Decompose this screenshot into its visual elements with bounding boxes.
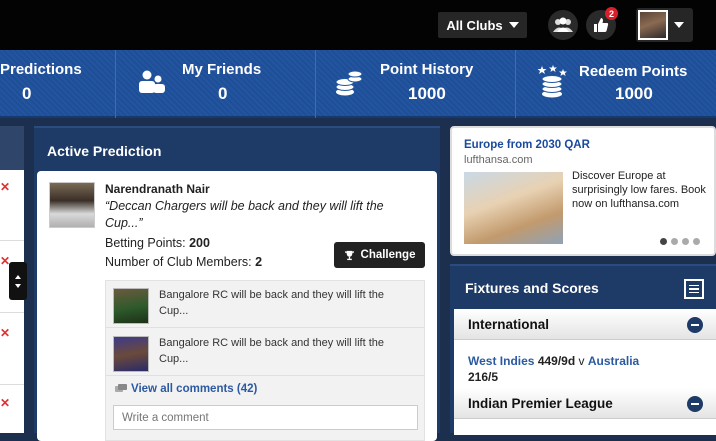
stat-label: Predictions (0, 61, 82, 78)
view-all-comments-label: View all comments (42) (131, 383, 258, 395)
fixture-group-international[interactable]: International (454, 309, 716, 340)
carousel-dot[interactable] (671, 238, 678, 245)
coins-stack-icon (335, 70, 363, 96)
all-clubs-label: All Clubs (446, 17, 503, 33)
chevron-down-icon (508, 22, 519, 28)
team-name[interactable]: Australia (588, 354, 639, 368)
scroll-control[interactable] (9, 262, 27, 300)
club-members-label: Number of Club Members: (105, 255, 256, 269)
arrow-down-icon (15, 283, 21, 288)
fixtures-panel: Fixtures and Scores International West I… (450, 264, 716, 435)
comment-input[interactable] (113, 405, 418, 430)
collapse-icon[interactable] (687, 317, 703, 333)
betting-points-value: 200 (189, 236, 210, 250)
all-clubs-dropdown[interactable]: All Clubs (438, 12, 527, 38)
list-item (0, 312, 24, 313)
prediction-card: Narendranath Nair “Deccan Chargers will … (37, 171, 437, 441)
active-prediction-panel: Active Prediction Narendranath Nair “Dec… (34, 126, 440, 441)
thumbs-up-icon (594, 18, 609, 32)
user-name[interactable]: Narendranath Nair (105, 182, 210, 196)
user-profile-picture[interactable] (49, 182, 95, 228)
fixture-group-name: Indian Premier League (468, 396, 613, 411)
chevron-down-icon (674, 22, 684, 28)
challenge-button[interactable]: Challenge (334, 242, 425, 268)
club-members-value: 2 (255, 255, 263, 269)
betting-points-label: Betting Points: (105, 236, 190, 250)
carousel-dot[interactable] (660, 238, 667, 245)
prediction-quote: “Deccan Chargers will be back and they w… (105, 199, 384, 230)
comment-text: Bangalore RC will be back and they will … (159, 337, 385, 365)
fixture-group-ipl[interactable]: Indian Premier League (454, 388, 716, 419)
left-panel-header (0, 126, 24, 170)
stat-predictions[interactable]: Predictions 0 (0, 50, 116, 118)
remove-icon[interactable]: ✕ (0, 180, 10, 194)
versus-label: v (578, 354, 585, 368)
carousel-dot[interactable] (682, 238, 689, 245)
panel-title: Fixtures and Scores (465, 280, 599, 296)
club-members: Number of Club Members: 2 (105, 255, 262, 269)
stat-label: Point History (380, 61, 474, 78)
stats-bar: Predictions 0 My Friends 0 Point History… (0, 50, 716, 118)
fixtures-list: International West Indies 449/9d v Austr… (454, 309, 716, 435)
user-avatar (638, 10, 668, 40)
comment-item: Bangalore RC will be back and they will … (106, 329, 424, 376)
user-menu-button[interactable] (636, 8, 693, 42)
ad-body-text: Discover Europe at surprisingly low fare… (572, 170, 706, 210)
list-item (0, 240, 24, 241)
ad-domain: lufthansa.com (464, 154, 533, 166)
betting-points: Betting Points: 200 (105, 236, 210, 250)
remove-icon[interactable]: ✕ (0, 396, 10, 410)
comment-text: Bangalore RC will be back and they will … (159, 289, 385, 317)
fixture-group-name: International (468, 317, 550, 332)
commenter-avatar[interactable] (113, 336, 149, 372)
list-item (0, 384, 24, 385)
remove-icon[interactable]: ✕ (0, 326, 10, 340)
commenter-avatar[interactable] (113, 288, 149, 324)
list-view-icon[interactable] (684, 279, 704, 299)
match-score: West Indies 449/9d v Australia 216/5 (468, 353, 668, 385)
ad-title[interactable]: Europe from 2030 QAR (464, 139, 590, 151)
arrow-up-icon (15, 274, 21, 279)
friends-icon (139, 70, 165, 93)
stat-point-history[interactable]: Point History 1000 (316, 50, 516, 118)
challenge-label: Challenge (360, 249, 416, 261)
ad-image[interactable] (464, 172, 563, 244)
stat-value: 1000 (615, 84, 653, 103)
carousel-dots (660, 238, 700, 245)
notification-count-badge: 2 (605, 7, 618, 20)
team-name[interactable]: West Indies (468, 354, 534, 368)
top-navigation-bar: All Clubs 2 (0, 0, 716, 50)
trophy-icon (344, 250, 354, 260)
panel-title: Active Prediction (47, 143, 162, 159)
team-score: 216/5 (468, 370, 499, 384)
coins-stars-icon (537, 65, 567, 98)
stat-redeem-points[interactable]: Redeem Points 1000 (516, 50, 716, 118)
collapse-icon[interactable] (687, 396, 703, 412)
comment-item: Bangalore RC will be back and they will … (106, 281, 424, 328)
friend-requests-button[interactable] (548, 10, 578, 40)
comments-section: Bangalore RC will be back and they will … (105, 280, 425, 441)
stat-my-friends[interactable]: My Friends 0 (116, 50, 316, 118)
view-all-comments-link[interactable]: View all comments (42) (115, 383, 257, 395)
stat-value: 0 (218, 84, 228, 103)
stat-label: My Friends (182, 61, 262, 78)
group-icon (553, 17, 573, 32)
stat-value: 0 (22, 84, 32, 103)
advertisement-box: Europe from 2030 QAR lufthansa.com Disco… (450, 126, 716, 256)
comments-icon (115, 384, 127, 392)
carousel-dot[interactable] (693, 238, 700, 245)
stat-label: Redeem Points (579, 63, 688, 80)
team-score: 449/9d (537, 354, 576, 368)
stat-value: 1000 (408, 84, 446, 103)
